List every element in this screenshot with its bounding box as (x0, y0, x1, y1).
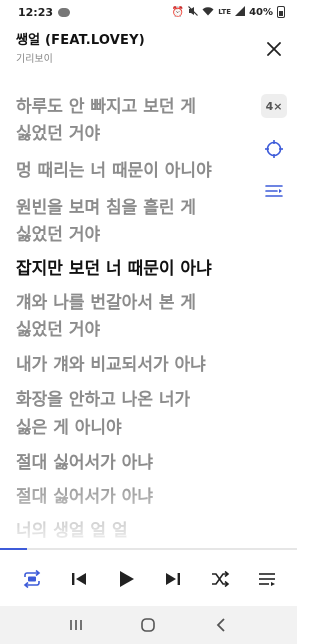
play-icon[interactable] (112, 565, 140, 593)
status-icons: ⏰ LTE 40% (171, 5, 285, 19)
system-nav-bar (0, 606, 297, 644)
lyrics-side-controls: 4× (261, 94, 287, 202)
battery-percent: 40% (249, 6, 273, 18)
track-header: 쌩얼 (FEAT.LOVEY) 기리보이 (0, 32, 297, 76)
song-title: 쌩얼 (FEAT.LOVEY) (16, 33, 145, 48)
lyric-line[interactable]: 하루도 안 빠지고 보던 게 (16, 94, 246, 121)
lyric-line[interactable]: 싫었던 거야 (16, 317, 246, 344)
back-icon[interactable] (206, 610, 236, 640)
lyrics-list-icon[interactable] (263, 180, 285, 202)
previous-icon[interactable] (65, 565, 93, 593)
progress-fill (0, 548, 27, 550)
lyric-line[interactable]: 싫은 게 아니야 (16, 415, 246, 442)
status-time: 12:23 (18, 5, 54, 19)
network-type: LTE (218, 8, 232, 16)
crosshair-icon[interactable] (263, 138, 285, 160)
artist-name: 기리보이 (16, 54, 53, 65)
lyric-line-current[interactable]: 잡지만 보던 너 때문이 아냐 (16, 256, 246, 283)
lyric-line[interactable]: 원빈을 보며 침을 흘린 게 (16, 195, 246, 222)
close-icon[interactable] (263, 38, 285, 60)
lyrics-panel[interactable]: 하루도 안 빠지고 보던 게 싫었던 거야 멍 때리는 너 때문이 아니야 원빈… (0, 86, 250, 546)
status-bar: 12:23 ⏰ LTE 40% (0, 0, 297, 24)
recent-apps-icon[interactable] (61, 610, 91, 640)
wifi-icon (202, 6, 214, 19)
playlist-icon[interactable] (253, 565, 281, 593)
lyric-line[interactable]: 싫었던 거야 (16, 222, 246, 249)
mute-icon (188, 5, 199, 19)
next-icon[interactable] (159, 565, 187, 593)
home-icon[interactable] (133, 610, 163, 640)
lyric-line[interactable]: 걔와 나를 번갈아서 본 게 (16, 290, 246, 317)
lyric-line[interactable]: 멍 때리는 너 때문이 아니야 (16, 158, 246, 185)
playback-progress[interactable] (0, 548, 297, 550)
lyric-line[interactable]: 절대 싫어서가 아냐 (16, 484, 246, 511)
lyric-line[interactable]: 너의 생얼 얼 얼 (16, 518, 246, 545)
player-controls (0, 555, 297, 603)
lyric-line[interactable]: 내가 걔와 비교되서가 아냐 (16, 352, 246, 379)
message-notification-icon (58, 7, 71, 17)
alarm-icon: ⏰ (171, 6, 185, 18)
lyric-line[interactable]: 싫었던 거야 (16, 121, 246, 148)
lyric-line[interactable]: 화장을 안하고 나온 너가 (16, 387, 246, 414)
speed-button[interactable]: 4× (261, 94, 287, 118)
battery-icon (277, 6, 285, 18)
signal-icon (235, 5, 246, 19)
repeat-all-icon[interactable] (18, 565, 46, 593)
shuffle-icon[interactable] (206, 565, 234, 593)
lyric-line[interactable]: 절대 싫어서가 아냐 (16, 450, 246, 477)
